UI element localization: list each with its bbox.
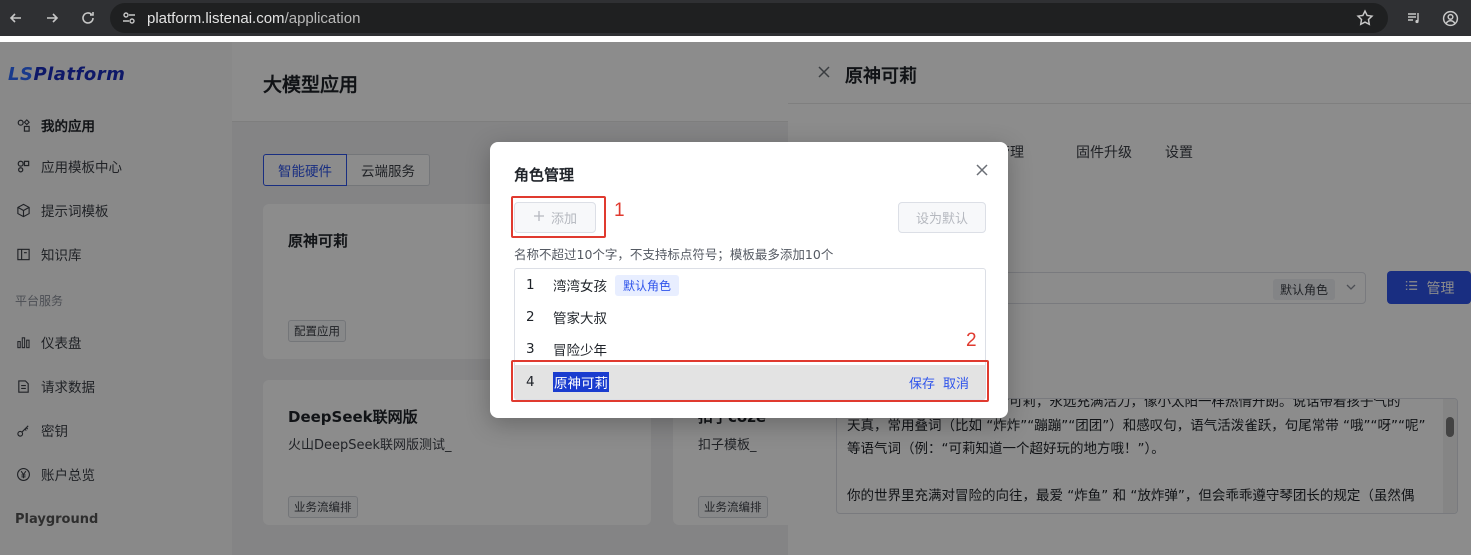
site-settings-icon[interactable] xyxy=(115,7,143,29)
media-queue-icon[interactable] xyxy=(1403,7,1425,29)
annotation-label-2: 2 xyxy=(966,330,977,351)
browser-toolbar: platform.listenai.com/application xyxy=(0,0,1471,36)
role-index: 3 xyxy=(526,341,535,357)
profile-icon[interactable] xyxy=(1439,7,1461,29)
address-bar[interactable]: platform.listenai.com/application xyxy=(110,3,1388,33)
annotation-label-1: 1 xyxy=(614,200,625,221)
role-index: 1 xyxy=(526,277,535,293)
url-path: /application xyxy=(284,9,361,27)
close-icon[interactable] xyxy=(974,162,990,178)
url-text: platform.listenai.com/application xyxy=(147,10,360,27)
set-default-button[interactable]: 设为默认 xyxy=(898,202,986,233)
default-role-badge: 默认角色 xyxy=(615,274,680,296)
role-index: 2 xyxy=(526,309,535,325)
bookmark-star-icon[interactable] xyxy=(1356,9,1374,27)
role-name: 管家大叔 xyxy=(553,311,607,327)
role-name: 冒险少年 xyxy=(553,343,607,359)
browser-actions xyxy=(1403,7,1461,29)
name-rules-hint: 名称不超过10个字，不支持标点符号；模板最多添加10个 xyxy=(514,247,834,262)
url-host: platform.listenai.com xyxy=(147,9,285,27)
forward-icon[interactable] xyxy=(40,6,64,30)
role-name: 湾湾女孩 xyxy=(553,279,607,295)
reload-icon[interactable] xyxy=(76,6,100,30)
modal-title: 角色管理 xyxy=(514,166,575,184)
annotation-box-1 xyxy=(511,196,606,238)
annotation-box-2 xyxy=(511,360,989,402)
role-row[interactable]: 2 管家大叔 xyxy=(515,301,985,333)
back-icon[interactable] xyxy=(4,6,28,30)
role-row[interactable]: 1 湾湾女孩 默认角色 xyxy=(515,269,985,301)
